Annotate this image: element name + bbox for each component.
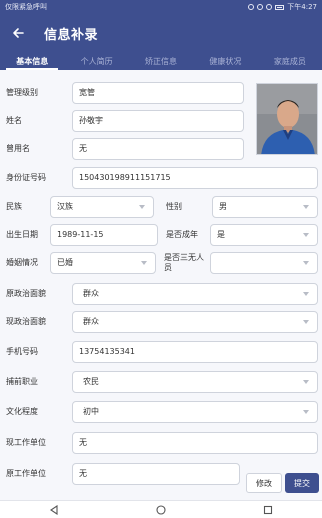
status-time: 下午4:27: [287, 3, 317, 11]
battery-icon: [275, 4, 285, 10]
three-none-label: 是否三无人 员: [164, 253, 204, 273]
birth-date-label: 出生日期: [6, 230, 38, 239]
nav-back-button[interactable]: [34, 501, 74, 518]
row-ethnicity-gender: 民族 汉族 性别 男: [0, 194, 322, 220]
phone-label: 手机号码: [6, 347, 38, 356]
back-button[interactable]: [0, 14, 36, 52]
name-field[interactable]: 孙敬宇: [72, 110, 244, 132]
square-recents-icon: [264, 505, 273, 514]
avatar-photo[interactable]: [256, 83, 318, 155]
chevron-down-icon: [303, 233, 309, 237]
row-birth-adult: 出生日期 1989-11-15 是否成年 是: [0, 222, 322, 248]
arrow-left-icon: [13, 28, 24, 38]
nav-home-button[interactable]: [141, 501, 181, 518]
current-employer-label: 现工作单位: [6, 438, 46, 447]
chevron-down-icon: [139, 205, 145, 209]
ethnicity-select[interactable]: 汉族: [50, 196, 154, 218]
page-title: 信息补录: [44, 27, 99, 43]
tab-basic-info[interactable]: 基本信息: [0, 52, 64, 70]
former-name-field[interactable]: 无: [72, 138, 244, 160]
management-level-label: 管理级别: [6, 88, 38, 97]
pre-arrest-job-select[interactable]: 农民: [72, 371, 318, 393]
gender-value: 男: [219, 202, 227, 211]
tab-bar: 基本信息 个人简历 矫正信息 健康状况 家庭成员: [0, 52, 322, 70]
row-former-political: 原政治面貌 群众: [0, 281, 322, 307]
three-none-label-line2: 员: [164, 263, 172, 272]
name-label: 姓名: [6, 116, 22, 125]
app-bar: 信息补录: [0, 14, 322, 52]
row-current-employer: 现工作单位 无: [0, 430, 322, 456]
id-number-field[interactable]: 150430198911151715: [72, 167, 318, 189]
triangle-back-icon: [49, 504, 58, 515]
current-employer-field[interactable]: 无: [72, 432, 318, 454]
alarm-icon: [257, 4, 264, 10]
former-political-value: 群众: [83, 289, 99, 298]
location-icon: [248, 4, 255, 10]
person-photo-image: [257, 84, 317, 154]
chevron-down-icon: [303, 320, 309, 324]
former-employer-label: 原工作单位: [6, 469, 46, 478]
submit-button[interactable]: 提交: [285, 473, 319, 493]
row-current-political: 现政治面貌 群众: [0, 309, 322, 335]
status-bar: 仅限紧急呼叫 下午4:27: [0, 0, 322, 14]
status-icons: 下午4:27: [248, 2, 317, 12]
current-political-label: 现政治面貌: [6, 317, 46, 326]
tab-health[interactable]: 健康状况: [193, 52, 257, 70]
current-political-select[interactable]: 群众: [72, 311, 318, 333]
pre-arrest-job-value: 农民: [83, 377, 99, 386]
row-phone: 手机号码 13754135341: [0, 339, 322, 365]
phone-field[interactable]: 13754135341: [72, 341, 318, 363]
current-political-value: 群众: [83, 317, 99, 326]
tab-family[interactable]: 家庭成员: [258, 52, 322, 70]
chevron-down-icon: [303, 380, 309, 384]
birth-date-field[interactable]: 1989-11-15: [50, 224, 158, 246]
chevron-down-icon: [303, 410, 309, 414]
tab-resume[interactable]: 个人简历: [64, 52, 128, 70]
is-adult-select[interactable]: 是: [210, 224, 318, 246]
marital-status-label: 婚姻情况: [6, 258, 38, 267]
row-pre-arrest-job: 捕前职业 农民: [0, 369, 322, 395]
is-adult-value: 是: [217, 230, 225, 239]
circle-home-icon: [156, 504, 166, 515]
tab-correction-info[interactable]: 矫正信息: [129, 52, 193, 70]
former-political-label: 原政治面貌: [6, 289, 46, 298]
three-none-label-line1: 是否三无人: [164, 253, 204, 262]
status-carrier-text: 仅限紧急呼叫: [5, 3, 47, 11]
chevron-down-icon: [141, 261, 147, 265]
pre-arrest-job-label: 捕前职业: [6, 377, 38, 386]
management-level-field[interactable]: 宽管: [72, 82, 244, 104]
id-number-label: 身份证号码: [6, 173, 46, 182]
chevron-down-icon: [303, 261, 309, 265]
row-education: 文化程度 初中: [0, 399, 322, 425]
system-nav-bar: [0, 500, 322, 518]
wifi-icon: [266, 4, 273, 10]
is-adult-label: 是否成年: [166, 230, 198, 239]
chevron-down-icon: [303, 292, 309, 296]
three-none-select[interactable]: [210, 252, 318, 274]
former-employer-field[interactable]: 无: [72, 463, 240, 485]
gender-select[interactable]: 男: [212, 196, 318, 218]
education-select[interactable]: 初中: [72, 401, 318, 423]
chevron-down-icon: [303, 205, 309, 209]
marital-status-select[interactable]: 已婚: [50, 252, 156, 274]
ethnicity-value: 汉族: [57, 202, 73, 211]
row-id-number: 身份证号码 150430198911151715: [0, 165, 322, 191]
gender-label: 性别: [166, 202, 182, 211]
education-value: 初中: [83, 407, 99, 416]
ethnicity-label: 民族: [6, 202, 22, 211]
row-marital-threenone: 婚姻情况 已婚 是否三无人 员: [0, 250, 322, 276]
former-name-label: 曾用名: [6, 144, 30, 153]
former-political-select[interactable]: 群众: [72, 283, 318, 305]
education-label: 文化程度: [6, 407, 38, 416]
modify-button[interactable]: 修改: [246, 473, 282, 493]
marital-status-value: 已婚: [57, 258, 73, 267]
nav-recents-button[interactable]: [248, 501, 288, 518]
